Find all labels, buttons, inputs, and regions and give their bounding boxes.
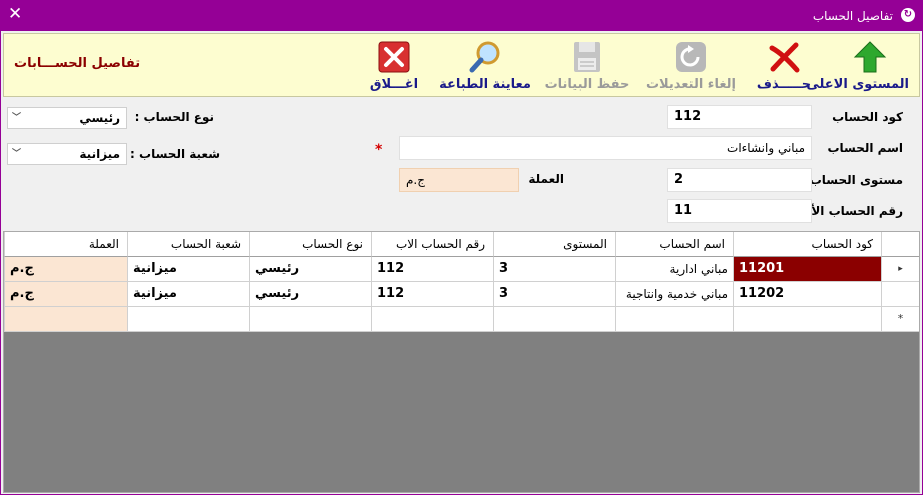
cell-level[interactable]: 3 <box>493 257 615 282</box>
print-preview-button[interactable]: معاينة الطباعة <box>435 38 535 94</box>
close-label: اغـــلاق <box>369 77 419 92</box>
save-label: حفظ البيانات <box>544 77 630 92</box>
account-code-field[interactable]: 112 <box>667 105 812 129</box>
grid-header-row: كود الحساب اسم الحساب المستوى رقم الحساب… <box>4 232 919 257</box>
undo-icon <box>676 42 706 72</box>
new-cell-currency[interactable] <box>4 307 127 332</box>
close-button[interactable]: اغـــلاق <box>357 38 431 94</box>
currency-field[interactable]: ج.م <box>399 168 519 192</box>
form-title: تفاصيل الحســـابات <box>14 56 141 71</box>
header-branch[interactable]: شعبة الحساب <box>127 232 249 257</box>
account-type-value: رئيسي <box>79 111 120 125</box>
cell-level[interactable]: 3 <box>493 282 615 307</box>
cell-name[interactable]: مباني خدمية وانتاجية <box>615 282 733 307</box>
current-row-indicator: ▸ <box>881 257 919 282</box>
title-bar: ↻ تفاصيل الحساب ✕ <box>0 0 923 31</box>
toolbar: المستوى الاعلى حـــــذف إلغاء التعديلات <box>3 33 920 97</box>
account-level-field[interactable]: 2 <box>667 168 812 192</box>
cell-currency[interactable]: ج.م <box>4 282 127 307</box>
cell-branch[interactable]: ميزانية <box>127 257 249 282</box>
chevron-down-icon: ﹀ <box>12 113 22 123</box>
header-currency[interactable]: العملة <box>4 232 127 257</box>
table-row[interactable]: ▸ 11201 مباني ادارية 3 112 رئيسي ميزانية… <box>4 257 919 282</box>
delete-button[interactable]: حـــــذف <box>749 38 819 94</box>
chevron-down-icon: ﹀ <box>12 149 22 159</box>
account-branch-select[interactable]: ميزانية ﹀ <box>7 143 127 165</box>
account-name-label: اسم الحساب <box>827 141 903 155</box>
header-name[interactable]: اسم الحساب <box>615 232 733 257</box>
header-code[interactable]: كود الحساب <box>733 232 881 257</box>
window-title: تفاصيل الحساب <box>812 9 893 23</box>
form-frame: المستوى الاعلى حـــــذف إلغاء التعديلات <box>1 31 922 494</box>
account-level-label: مستوى الحساب <box>809 173 903 187</box>
cell-type[interactable]: رئيسي <box>249 282 371 307</box>
window-close-button[interactable]: ✕ <box>8 4 22 24</box>
header-parent[interactable]: رقم الحساب الاب <box>371 232 493 257</box>
cell-code[interactable]: 11201 <box>733 257 881 282</box>
delete-label: حـــــذف <box>756 77 812 92</box>
new-cell-level[interactable] <box>493 307 615 332</box>
header-type[interactable]: نوع الحساب <box>249 232 371 257</box>
currency-label: العملة <box>528 172 564 186</box>
cell-code[interactable]: 11202 <box>733 282 881 307</box>
arrow-up-icon <box>853 41 887 73</box>
cancel-changes-button[interactable]: إلغاء التعديلات <box>641 38 741 94</box>
new-cell-branch[interactable] <box>127 307 249 332</box>
app-icon: ↻ <box>901 8 915 22</box>
account-branch-label: شعبة الحساب : <box>130 147 220 161</box>
cell-currency[interactable]: ج.م <box>4 257 127 282</box>
account-code-label: كود الحساب <box>832 110 903 124</box>
accounts-grid: كود الحساب اسم الحساب المستوى رقم الحساب… <box>3 231 920 493</box>
new-cell-parent[interactable] <box>371 307 493 332</box>
account-type-select[interactable]: رئيسي ﹀ <box>7 107 127 129</box>
row-selector[interactable] <box>881 282 919 307</box>
account-type-label: نوع الحساب : <box>134 110 214 124</box>
cell-parent[interactable]: 112 <box>371 282 493 307</box>
cell-branch[interactable]: ميزانية <box>127 282 249 307</box>
parent-account-label: رقم الحساب الأب <box>799 204 903 218</box>
cell-type[interactable]: رئيسي <box>249 257 371 282</box>
new-row[interactable]: * <box>4 307 919 332</box>
account-branch-value: ميزانية <box>79 147 120 161</box>
print-preview-label: معاينة الطباعة <box>439 77 531 92</box>
table-row[interactable]: 11202 مباني خدمية وانتاجية 3 112 رئيسي م… <box>4 282 919 307</box>
cell-parent[interactable]: 112 <box>371 257 493 282</box>
cancel-changes-label: إلغاء التعديلات <box>645 77 737 92</box>
new-cell-name[interactable] <box>615 307 733 332</box>
new-row-indicator: * <box>881 307 919 332</box>
magnifier-icon <box>469 41 500 73</box>
required-mark: * <box>375 142 383 158</box>
new-cell-code[interactable] <box>733 307 881 332</box>
close-window-icon <box>378 41 410 73</box>
new-cell-type[interactable] <box>249 307 371 332</box>
account-name-field[interactable]: مباني وانشاءات <box>399 136 812 160</box>
header-level[interactable]: المستوى <box>493 232 615 257</box>
row-selector-header <box>881 232 919 257</box>
save-button[interactable]: حفظ البيانات <box>541 38 633 94</box>
upper-level-button[interactable]: المستوى الاعلى <box>806 38 909 94</box>
save-icon <box>574 42 600 72</box>
cell-name[interactable]: مباني ادارية <box>615 257 733 282</box>
parent-account-field[interactable]: 11 <box>667 199 812 223</box>
upper-level-label: المستوى الاعلى <box>806 77 909 92</box>
delete-x-icon <box>769 42 800 73</box>
